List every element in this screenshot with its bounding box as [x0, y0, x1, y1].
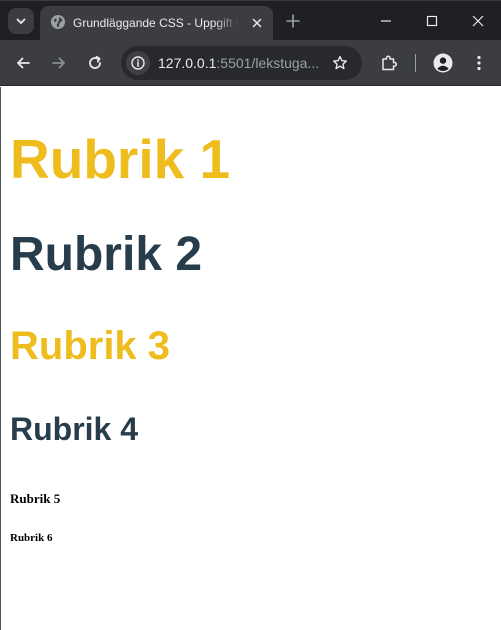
tab-search-button[interactable] — [8, 8, 34, 34]
url-text[interactable]: 127.0.0.1:5501/lekstuga... — [158, 55, 318, 72]
page-content: Rubrik 1 Rubrik 2 Rubrik 3 Rubrik 4 Rubr… — [0, 87, 501, 630]
minimize-icon — [381, 20, 391, 22]
plus-icon — [286, 14, 300, 28]
url-host: 127.0.0.1 — [158, 55, 217, 71]
site-info-button[interactable] — [126, 51, 150, 75]
tab-close-button[interactable] — [247, 13, 267, 33]
heading-3: Rubrik 3 — [10, 324, 171, 368]
bookmark-button[interactable] — [328, 51, 352, 75]
heading-2: Rubrik 2 — [10, 228, 203, 281]
browser-toolbar: 127.0.0.1:5501/lekstuga... — [0, 40, 501, 86]
browser-menu-button[interactable] — [465, 49, 493, 77]
tab-strip: Grundläggande CSS - Uppgift 0 — [0, 0, 501, 41]
new-tab-button[interactable] — [281, 9, 305, 33]
arrow-left-icon — [17, 57, 30, 69]
arrow-right-icon — [52, 57, 65, 69]
info-icon — [131, 56, 145, 70]
puzzle-icon — [382, 55, 398, 71]
extensions-button[interactable] — [375, 49, 403, 77]
maximize-icon — [426, 15, 438, 27]
kebab-menu-icon — [477, 55, 481, 71]
heading-1: Rubrik 1 — [10, 128, 231, 190]
tab-title: Grundläggande CSS - Uppgift 0 — [73, 16, 239, 30]
toolbar-divider — [415, 54, 416, 72]
avatar-icon — [433, 53, 453, 73]
forward-button[interactable] — [45, 49, 73, 77]
heading-5: Rubrik 5 — [10, 491, 61, 506]
maximize-button[interactable] — [409, 1, 455, 41]
heading-4: Rubrik 4 — [10, 411, 139, 447]
address-bar[interactable]: 127.0.0.1:5501/lekstuga... — [121, 46, 362, 80]
profile-button[interactable] — [429, 49, 457, 77]
star-icon — [333, 55, 347, 70]
chevron-down-icon — [16, 18, 26, 24]
close-icon — [252, 18, 262, 28]
heading-6: Rubrik 6 — [10, 532, 53, 544]
minimize-button[interactable] — [363, 1, 409, 41]
window-close-button[interactable] — [455, 1, 501, 41]
close-icon — [472, 15, 484, 27]
globe-icon — [51, 15, 65, 29]
url-path: :5501/lekstuga... — [216, 55, 318, 71]
reload-button[interactable] — [81, 49, 109, 77]
back-button[interactable] — [9, 49, 37, 77]
active-tab[interactable]: Grundläggande CSS - Uppgift 0 — [40, 6, 273, 41]
reload-icon — [89, 55, 101, 69]
